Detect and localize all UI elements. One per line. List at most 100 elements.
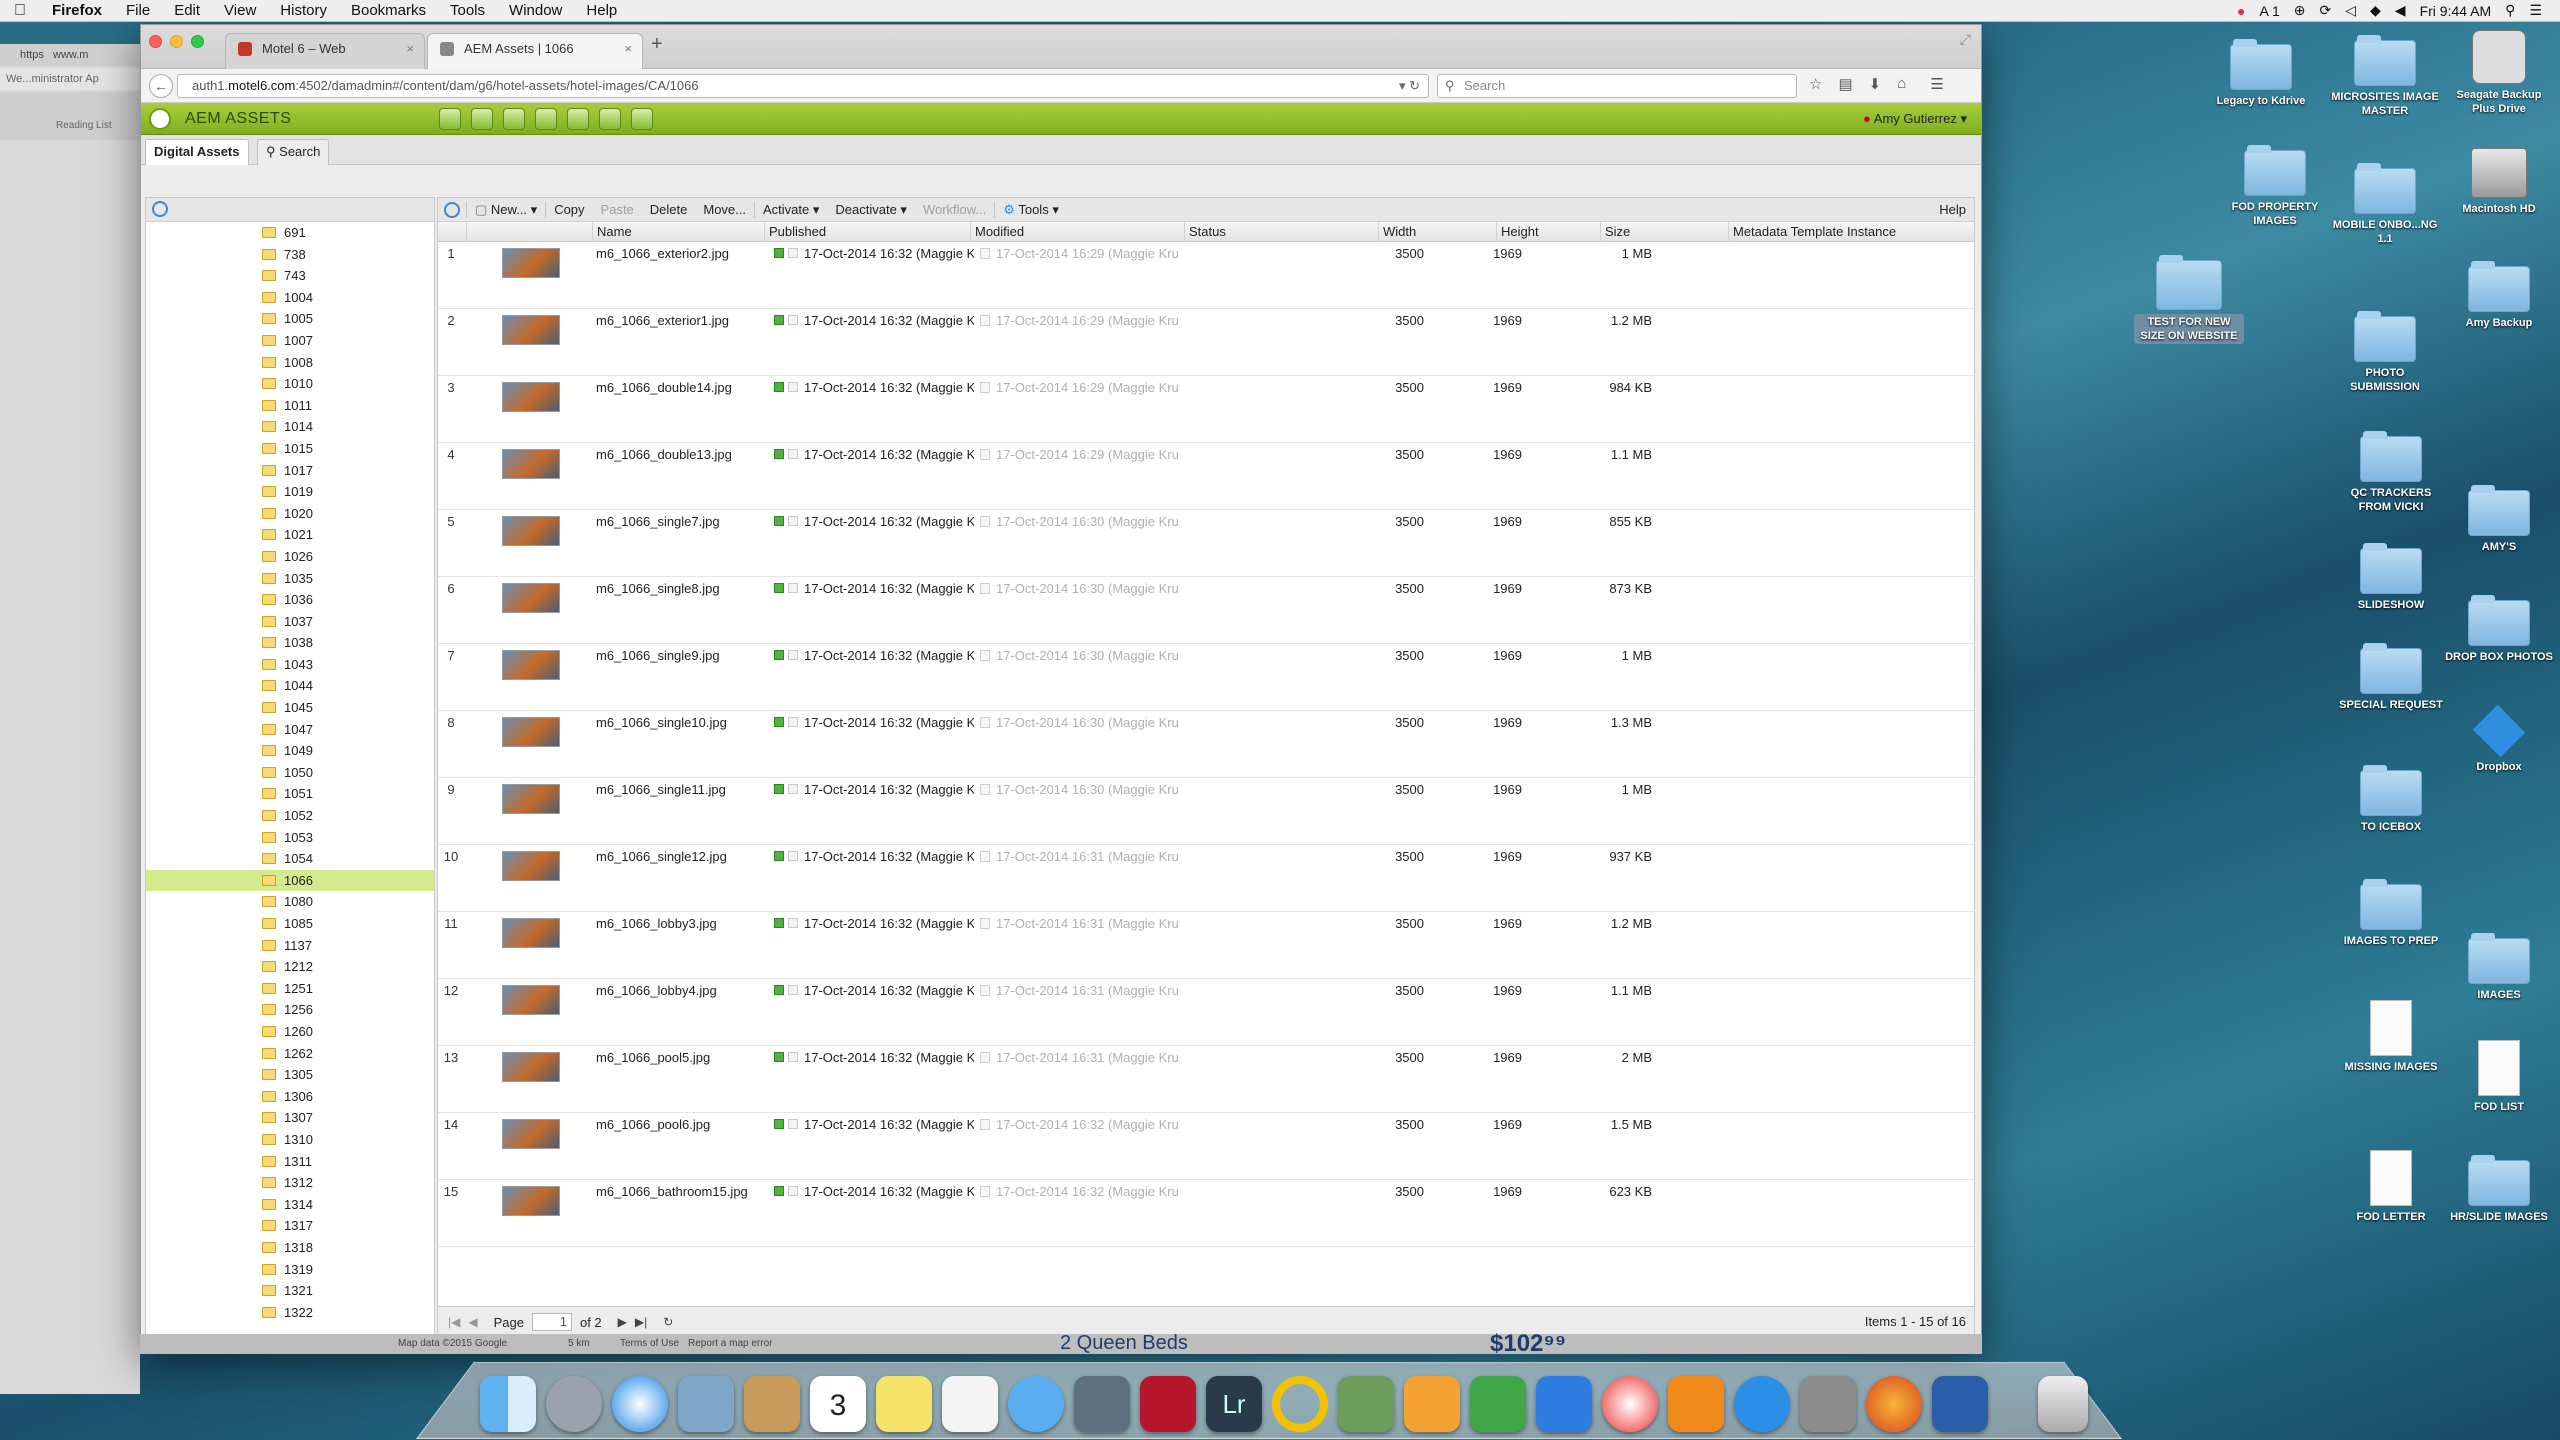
asset-name[interactable]: m6_1066_single10.jpg — [596, 715, 727, 731]
new-tab-button[interactable]: + — [651, 33, 663, 56]
tree-folder-item[interactable]: 1311 — [146, 1151, 434, 1173]
desktop-item[interactable]: MICROSITES IMAGE MASTER — [2330, 40, 2440, 118]
reload-icon[interactable]: ▾ ↻ — [1399, 75, 1420, 97]
refresh-page-icon[interactable]: ↻ — [663, 1315, 673, 1329]
move-button[interactable]: Move... — [695, 202, 754, 217]
desktop-item[interactable]: Legacy to Kdrive — [2206, 44, 2316, 108]
asset-thumbnail[interactable] — [502, 1052, 560, 1082]
close-tab-icon[interactable]: × — [624, 34, 632, 64]
col-thumb[interactable] — [466, 222, 592, 242]
asset-thumbnail[interactable] — [502, 784, 560, 814]
desktop-item[interactable]: Amy Backup — [2444, 266, 2554, 330]
dam-icon[interactable] — [471, 108, 493, 130]
messages-icon[interactable] — [1008, 1376, 1064, 1432]
background-reading-list[interactable]: Reading List — [0, 92, 140, 140]
desktop-item[interactable]: SPECIAL REQUEST — [2336, 648, 2446, 712]
asset-name[interactable]: m6_1066_exterior2.jpg — [596, 246, 729, 262]
desktop-item[interactable]: Dropbox — [2444, 706, 2554, 774]
tree-folder-item[interactable]: 1043 — [146, 654, 434, 676]
asset-name[interactable]: m6_1066_bathroom15.jpg — [596, 1184, 748, 1200]
tree-folder-item[interactable]: 1307 — [146, 1107, 434, 1129]
desktop-item[interactable]: FOD LETTER — [2336, 1150, 2446, 1224]
col-modified[interactable]: Modified — [970, 222, 1184, 242]
bluetooth-icon[interactable]: ◁ — [2345, 2, 2356, 19]
tree-folder-item[interactable]: 1037 — [146, 611, 434, 633]
tree-folder-item[interactable]: 1251 — [146, 978, 434, 1000]
desktop-item[interactable]: TEST FOR NEW SIZE ON WEBSITE — [2134, 260, 2244, 344]
tree-folder-item[interactable]: 1312 — [146, 1172, 434, 1194]
menu-app-name[interactable]: Firefox — [40, 2, 114, 19]
menu-history[interactable]: History — [268, 2, 339, 19]
campaigns-icon[interactable] — [503, 108, 525, 130]
refresh-grid-icon[interactable] — [444, 202, 460, 218]
menu-window[interactable]: Window — [497, 2, 574, 19]
tab-aem-assets[interactable]: AEM Assets | 1066 × — [427, 33, 643, 69]
tools-icon[interactable] — [599, 108, 621, 130]
desktop-item[interactable]: DROP BOX PHOTOS — [2444, 600, 2554, 664]
trash-icon[interactable] — [2038, 1376, 2088, 1432]
desktop-item[interactable]: FOD LIST — [2444, 1040, 2554, 1114]
asset-thumbnail[interactable] — [502, 315, 560, 345]
asset-row[interactable]: 5 m6_1066_single7.jpg 17-Oct-2014 16:32 (M… — [438, 510, 1974, 577]
close-tab-icon[interactable]: × — [406, 34, 414, 64]
menu-file[interactable]: File — [114, 2, 162, 19]
back-button[interactable]: ← — [149, 74, 173, 98]
asset-thumbnail[interactable] — [502, 1119, 560, 1149]
hamburger-menu-icon[interactable]: ☰ — [1930, 75, 1943, 93]
desktop-item[interactable]: IMAGES TO PREP — [2336, 884, 2446, 948]
system-preferences-icon[interactable] — [1800, 1376, 1856, 1432]
tree-folder-item[interactable]: 1047 — [146, 719, 434, 741]
map-terms[interactable]: Terms of Use — [620, 1338, 679, 1349]
time-machine-icon[interactable]: ⟳ — [2320, 2, 2332, 19]
minimize-window-button[interactable] — [170, 35, 183, 48]
close-window-button[interactable] — [149, 35, 162, 48]
asset-row[interactable]: 14 m6_1066_pool6.jpg 17-Oct-2014 16:32 (Ma… — [438, 1113, 1974, 1180]
workflow-button[interactable]: Workflow... — [915, 202, 994, 217]
reminders-icon[interactable] — [942, 1376, 998, 1432]
paste-button[interactable]: Paste — [593, 202, 642, 217]
spotlight-icon[interactable]: ⚲ — [2505, 2, 2515, 19]
desktop-item[interactable]: FOD PROPERTY IMAGES — [2220, 150, 2330, 228]
user-menu[interactable]: ● Amy Gutierrez ▾ — [1863, 103, 1967, 135]
tree-folder-item[interactable]: 1066 — [146, 870, 434, 892]
asset-thumbnail[interactable] — [502, 717, 560, 747]
lightroom-icon[interactable]: Lr — [1206, 1376, 1262, 1432]
asset-name[interactable]: m6_1066_pool5.jpg — [596, 1050, 710, 1066]
help-button[interactable]: Help — [1931, 202, 1974, 217]
menu-edit[interactable]: Edit — [162, 2, 212, 19]
asset-row[interactable]: 1 m6_1066_exterior2.jpg 17-Oct-2014 16:32 … — [438, 242, 1974, 309]
tree-folder-item[interactable]: 1051 — [146, 783, 434, 805]
asset-row[interactable]: 4 m6_1066_double13.jpg 17-Oct-2014 16:32 (… — [438, 443, 1974, 510]
tree-folder-item[interactable]: 1045 — [146, 697, 434, 719]
wifi-icon[interactable]: ◆ — [2370, 2, 2381, 19]
calendar-icon[interactable]: 3 — [810, 1376, 866, 1432]
map-report[interactable]: Report a map error — [688, 1338, 772, 1349]
aem-logo-icon[interactable] — [149, 108, 171, 130]
tools-button[interactable]: ⚙ Tools ▾ — [995, 202, 1067, 218]
asset-row[interactable]: 11 m6_1066_lobby3.jpg 17-Oct-2014 16:32 (M… — [438, 912, 1974, 979]
asset-row[interactable]: 8 m6_1066_single10.jpg 17-Oct-2014 16:32 (… — [438, 711, 1974, 778]
apple-menu-icon[interactable]:  — [0, 2, 40, 20]
photo-booth-icon[interactable] — [1140, 1376, 1196, 1432]
asset-name[interactable]: m6_1066_single7.jpg — [596, 514, 720, 530]
preview-icon[interactable] — [678, 1376, 734, 1432]
zoom-window-button[interactable] — [191, 35, 204, 48]
col-status[interactable]: Status — [1184, 222, 1378, 242]
tree-folder-item[interactable]: 1306 — [146, 1086, 434, 1108]
desktop-item[interactable]: HR/SLIDE IMAGES — [2444, 1160, 2554, 1224]
asset-name[interactable]: m6_1066_lobby4.jpg — [596, 983, 717, 999]
tree-folder-item[interactable]: 1318 — [146, 1237, 434, 1259]
menu-tools[interactable]: Tools — [438, 2, 497, 19]
ring-app-icon[interactable] — [1272, 1376, 1328, 1432]
tree-folder-item[interactable]: 1017 — [146, 460, 434, 482]
adobe-status-icon[interactable]: A 1 — [2260, 3, 2280, 19]
tree-folder-item[interactable]: 1314 — [146, 1194, 434, 1216]
next-page-icon[interactable]: ▶ — [618, 1315, 627, 1329]
asset-thumbnail[interactable] — [502, 382, 560, 412]
contacts-icon[interactable] — [744, 1376, 800, 1432]
background-tab-2[interactable]: www.m — [53, 49, 88, 61]
asset-row[interactable]: 15 m6_1066_bathroom15.jpg 17-Oct-2014 16:3… — [438, 1180, 1974, 1247]
launchpad-icon[interactable] — [546, 1376, 602, 1432]
tree-folder-item[interactable]: 1008 — [146, 352, 434, 374]
deactivate-button[interactable]: Deactivate ▾ — [827, 202, 915, 218]
